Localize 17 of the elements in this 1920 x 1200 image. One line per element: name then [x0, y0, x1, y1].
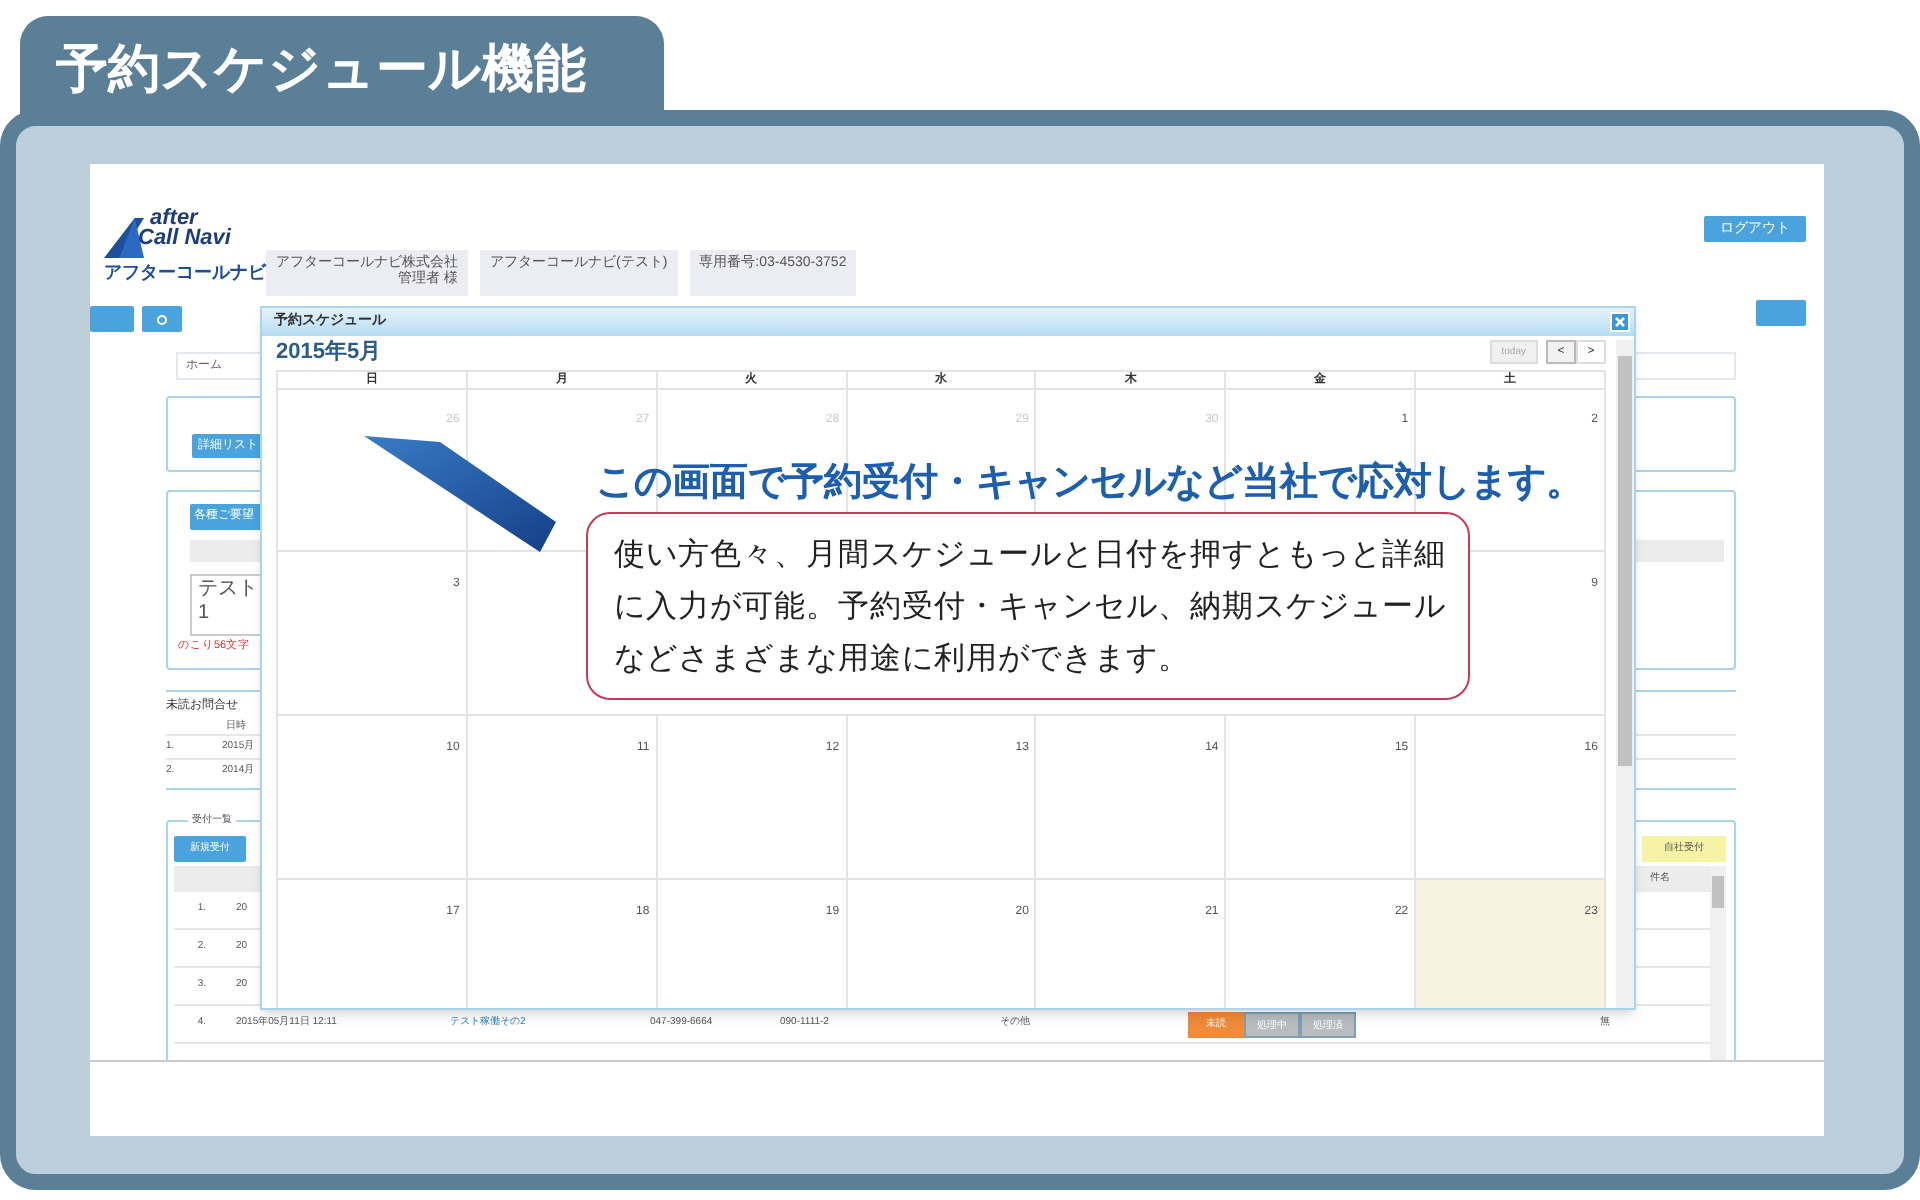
logo-text: after — [150, 208, 198, 230]
logo-kana: アフターコールナビ — [104, 262, 266, 282]
callout-headline: この画面で予約受付・キャンセルなど当社で応対します。 — [596, 459, 1584, 508]
month-title: 2015年5月 — [276, 337, 382, 368]
refresh-button[interactable] — [142, 306, 182, 332]
scrollbar-thumb[interactable] — [1712, 876, 1724, 908]
scrollbar-thumb[interactable] — [1618, 356, 1632, 766]
description-callout: 使い方色々、月間スケジュールと日付を押すともっと詳細に入力が可能。予約受付・キャンセル、納期スケジュールなどさまざまな用途に利用ができます。 — [586, 512, 1470, 700]
scrollbar[interactable] — [1710, 866, 1726, 1060]
close-icon — [1614, 316, 1626, 328]
banner-title: 予約スケジュール機能 — [56, 36, 588, 100]
scrollbar[interactable] — [1616, 340, 1634, 1008]
chevron-arrow-icon — [364, 436, 556, 552]
refresh-icon — [156, 313, 168, 325]
close-button[interactable] — [1610, 312, 1630, 332]
logo-text: Call Navi — [138, 228, 231, 250]
collapse-button[interactable] — [1756, 300, 1806, 326]
